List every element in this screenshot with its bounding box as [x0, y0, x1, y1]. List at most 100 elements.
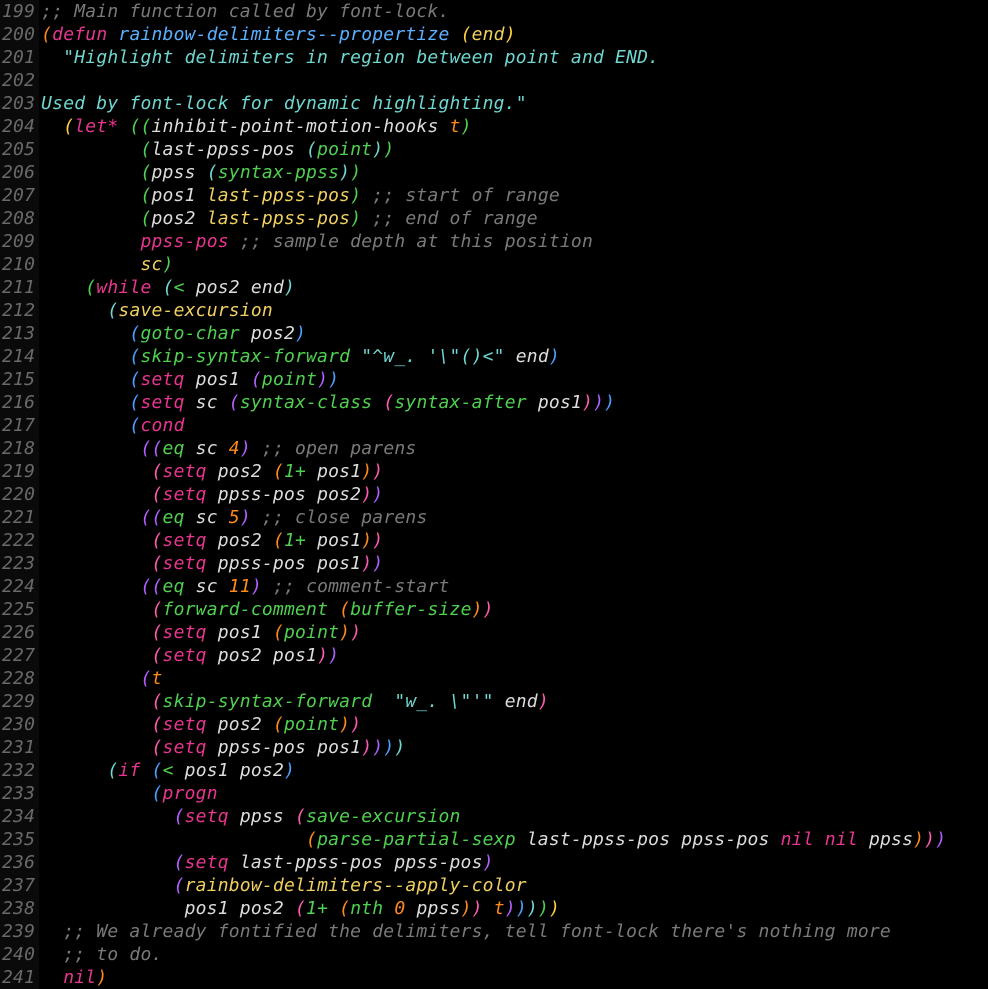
token-c-builtin: syntax-class	[240, 392, 372, 413]
code-line[interactable]: (last-ppss-pos (point))	[41, 138, 988, 161]
code-line[interactable]: (t	[41, 667, 988, 690]
token	[41, 599, 151, 620]
token	[41, 484, 151, 505]
token	[140, 760, 151, 781]
code-line[interactable]: (let* ((inhibit-point-motion-hooks t)	[41, 115, 988, 138]
code-line[interactable]: (if (< pos1 pos2)	[41, 759, 988, 782]
code-line[interactable]: (setq pos2 pos1))	[41, 644, 988, 667]
token-c-kw: nil	[825, 829, 858, 850]
code-line[interactable]: pos1 pos2 (1+ (nth 0 ppss)) t)))))	[41, 897, 988, 920]
line-number: 241	[2, 966, 35, 989]
token: pos2	[240, 323, 295, 344]
code-line[interactable]: (setq sc (syntax-class (syntax-after pos…	[41, 391, 988, 414]
code-line[interactable]: (goto-char pos2)	[41, 322, 988, 345]
token	[152, 277, 163, 298]
line-number: 209	[2, 230, 35, 253]
token-p2: )	[505, 24, 516, 45]
code-line[interactable]: (setq pos1 (point))	[41, 621, 988, 644]
code-line[interactable]: ((eq sc 4) ;; open parens	[41, 437, 988, 460]
line-number: 218	[2, 437, 35, 460]
code-line[interactable]: ;; We already fontified the delimiters, …	[41, 920, 988, 943]
token-c-builtin: <	[163, 760, 174, 781]
token	[41, 553, 151, 574]
token-c-kw: setq	[140, 369, 184, 390]
line-number: 213	[2, 322, 35, 345]
token-p6: (	[174, 806, 185, 827]
code-line[interactable]: (save-excursion	[41, 299, 988, 322]
token-c-builtin: eq	[163, 507, 185, 528]
code-area[interactable]: ;; Main function called by font-lock.(de…	[39, 0, 988, 989]
token-p5: )	[328, 369, 339, 390]
token-p3: (	[85, 277, 96, 298]
token-c-kw: let*	[74, 116, 118, 137]
code-line[interactable]: (skip-syntax-forward "w_. \"'" end)	[41, 690, 988, 713]
code-line[interactable]: nil)	[41, 966, 988, 989]
code-line[interactable]: (parse-partial-sexp last-ppss-pos ppss-p…	[41, 828, 988, 851]
token-c-com: ;; Main function called by font-lock.	[41, 1, 449, 22]
code-line[interactable]: (setq pos1 (point))	[41, 368, 988, 391]
token-c-str: "Highlight delimiters in region between …	[63, 47, 659, 68]
line-number: 207	[2, 184, 35, 207]
token-p6: )	[328, 645, 339, 666]
code-line[interactable]: (forward-comment (buffer-size))	[41, 598, 988, 621]
code-line[interactable]	[41, 69, 988, 92]
code-line[interactable]: ((eq sc 5) ;; close parens	[41, 506, 988, 529]
code-line[interactable]: (ppss (syntax-ppss))	[41, 161, 988, 184]
token-c-builtin: syntax-after	[394, 392, 526, 413]
code-line[interactable]: ;; Main function called by font-lock.	[41, 0, 988, 23]
code-line[interactable]: (progn	[41, 782, 988, 805]
code-line[interactable]: sc)	[41, 253, 988, 276]
code-line[interactable]: (pos1 last-ppss-pos) ;; start of range	[41, 184, 988, 207]
token-p5: )	[604, 392, 615, 413]
code-line[interactable]: (cond	[41, 414, 988, 437]
code-line[interactable]: (setq last-ppss-pos ppss-pos)	[41, 851, 988, 874]
token-c-builtin: point	[317, 139, 372, 160]
token-p7: (	[152, 461, 163, 482]
code-line[interactable]: Used by font-lock for dynamic highlighti…	[41, 92, 988, 115]
token: inhibit-point-motion-hooks	[152, 116, 439, 137]
token-c-builtin: 1+	[306, 898, 328, 919]
token	[41, 461, 151, 482]
token-c-builtin: skip-syntax-forward	[140, 346, 350, 367]
code-line[interactable]: (setq pos2 (point))	[41, 713, 988, 736]
token	[41, 70, 52, 91]
code-line[interactable]: ppss-pos ;; sample depth at this positio…	[41, 230, 988, 253]
token	[41, 507, 140, 528]
code-line[interactable]: (rainbow-delimiters--apply-color	[41, 874, 988, 897]
code-line[interactable]: (setq ppss-pos pos1))	[41, 552, 988, 575]
token	[41, 691, 151, 712]
line-number: 222	[2, 529, 35, 552]
code-line[interactable]: (setq pos2 (1+ pos1))	[41, 460, 988, 483]
token: sc	[185, 576, 229, 597]
code-line[interactable]: (setq ppss-pos pos2))	[41, 483, 988, 506]
code-line[interactable]: "Highlight delimiters in region between …	[41, 46, 988, 69]
token	[41, 116, 63, 137]
line-number: 203	[2, 92, 35, 115]
code-line[interactable]: (while (< pos2 end)	[41, 276, 988, 299]
token	[328, 599, 339, 620]
code-line[interactable]: ;; to do.	[41, 943, 988, 966]
code-line[interactable]: ((eq sc 11) ;; comment-start	[41, 575, 988, 598]
token: sc	[185, 438, 229, 459]
code-line[interactable]: (pos2 last-ppss-pos) ;; end of range	[41, 207, 988, 230]
token-c-kw: setq	[163, 484, 207, 505]
token-c-num: 5	[229, 507, 240, 528]
editor[interactable]: 1992002012022032042052062072082092102112…	[0, 0, 988, 989]
token-c-num: t	[494, 898, 505, 919]
token	[41, 254, 140, 275]
code-line[interactable]: (defun rainbow-delimiters--propertize (e…	[41, 23, 988, 46]
token-p7: )	[924, 829, 935, 850]
token-p6: (	[174, 875, 185, 896]
token-c-kw: setq	[185, 852, 229, 873]
code-line[interactable]: (setq ppss (save-excursion	[41, 805, 988, 828]
code-line[interactable]: (setq pos2 (1+ pos1))	[41, 529, 988, 552]
token-p6: (	[140, 668, 151, 689]
token	[41, 139, 140, 160]
token: last-ppss-pos	[152, 139, 307, 160]
code-line[interactable]: (skip-syntax-forward "^w_. '\"()<" end)	[41, 345, 988, 368]
token	[361, 208, 372, 229]
token-c-com: ;; to do.	[63, 944, 162, 965]
token	[483, 898, 494, 919]
code-line[interactable]: (setq ppss-pos pos1))))	[41, 736, 988, 759]
line-number: 230	[2, 713, 35, 736]
